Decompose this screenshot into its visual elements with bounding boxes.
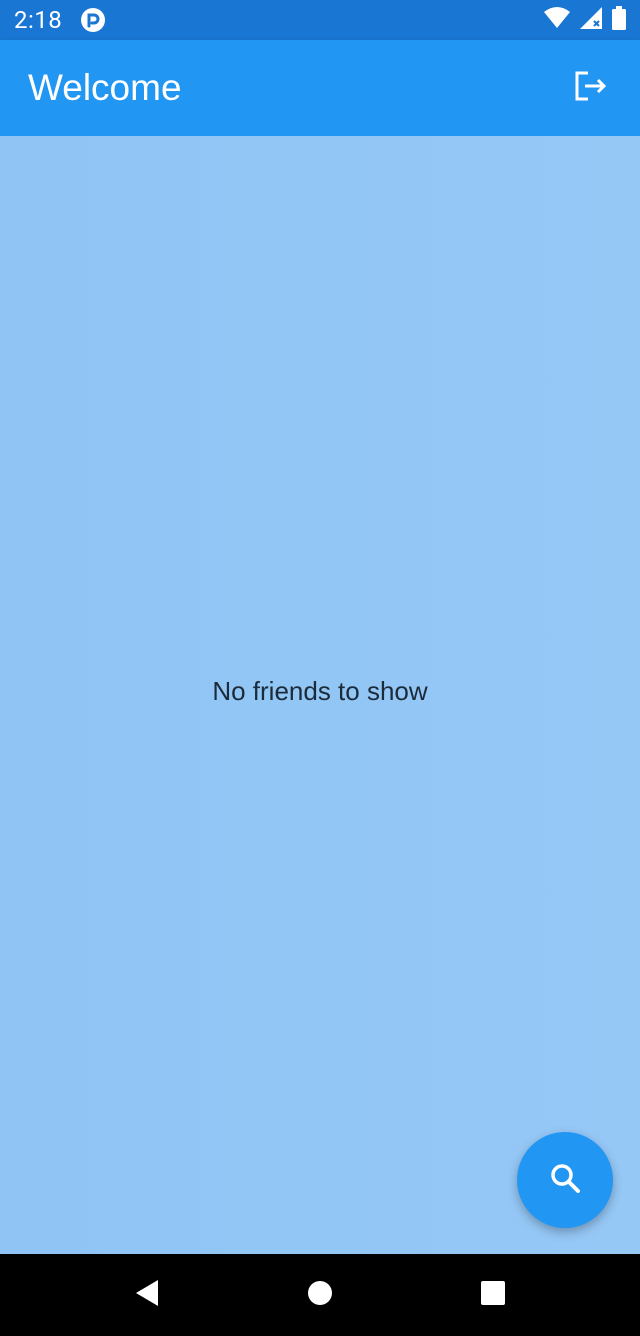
friends-list-area: No friends to show — [0, 136, 640, 1254]
battery-icon — [612, 5, 626, 35]
signal-icon — [580, 6, 602, 34]
recents-button[interactable] — [461, 1263, 525, 1327]
app-bar: Welcome — [0, 40, 640, 136]
empty-state-message: No friends to show — [212, 676, 428, 706]
logout-button[interactable] — [568, 66, 612, 110]
status-bar: 2:18 — [0, 0, 640, 40]
wifi-icon — [544, 6, 570, 34]
logout-icon — [573, 69, 607, 108]
search-fab-button[interactable] — [517, 1132, 613, 1228]
home-icon — [307, 1280, 333, 1311]
page-title: Welcome — [28, 67, 182, 108]
recents-icon — [480, 1280, 506, 1311]
home-button[interactable] — [288, 1263, 352, 1327]
back-button[interactable] — [115, 1263, 179, 1327]
back-icon — [134, 1279, 160, 1312]
search-icon — [548, 1161, 582, 1200]
app-notification-icon — [80, 7, 106, 33]
system-navigation-bar — [0, 1254, 640, 1336]
status-time: 2:18 — [14, 6, 63, 34]
status-icons — [544, 5, 626, 35]
